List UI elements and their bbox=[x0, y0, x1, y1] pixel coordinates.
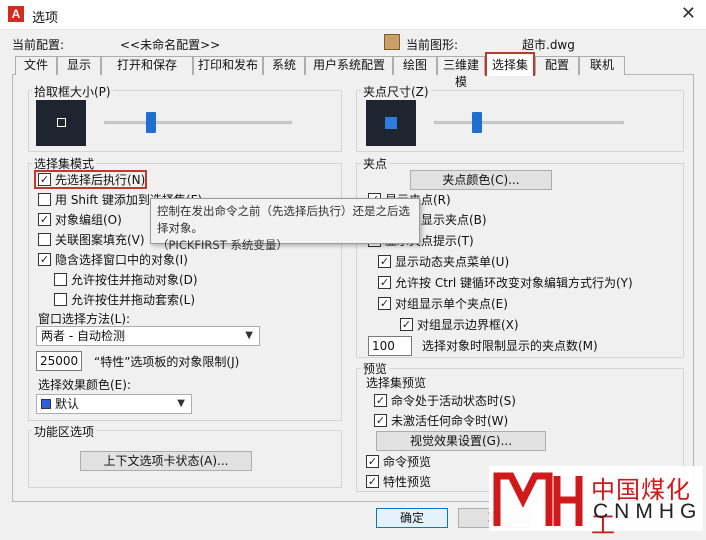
window-method-label: 窗口选择方法(L): bbox=[38, 312, 131, 326]
grip-limit-input[interactable]: 100 bbox=[368, 336, 412, 356]
window-title: 选项 bbox=[32, 11, 59, 26]
tab-display[interactable]: 显示 bbox=[57, 56, 101, 75]
ribbon-options-title: 功能区选项 bbox=[32, 423, 97, 440]
command-preview-label: 命令预览 bbox=[383, 455, 432, 469]
pickfirst-highlight bbox=[34, 170, 147, 189]
tooltip-line-1: 控制在发出命令之前（先选择后执行）还是之后选择对象。 bbox=[157, 204, 410, 235]
selection-preview-subtitle: 选择集预览 bbox=[366, 376, 427, 390]
drawing-file-icon bbox=[384, 34, 400, 50]
command-active-label: 命令处于活动状态时(S) bbox=[391, 394, 516, 408]
grip-size-slider-track[interactable] bbox=[434, 121, 624, 124]
bounding-box-groups-checkbox[interactable] bbox=[400, 318, 413, 331]
object-grouping-checkbox[interactable] bbox=[38, 213, 51, 226]
grip-size-slider-thumb[interactable] bbox=[472, 112, 482, 133]
pickbox-preview bbox=[36, 100, 86, 146]
grip-limit-label: 选择对象时限制显示的夹点数(M) bbox=[422, 339, 598, 353]
ok-button[interactable]: 确定 bbox=[376, 508, 448, 528]
single-grip-groups-label: 对组显示单个夹点(E) bbox=[395, 297, 508, 311]
effect-color-label: 选择效果颜色(E): bbox=[38, 378, 131, 392]
watermark: 中国煤化工 CNMHG bbox=[489, 466, 703, 539]
pickbox-square-icon bbox=[57, 118, 66, 127]
dynamic-grip-menu-checkbox[interactable] bbox=[378, 255, 391, 268]
property-preview-checkbox[interactable] bbox=[366, 475, 379, 488]
color-swatch-icon bbox=[41, 399, 51, 409]
tab-system[interactable]: 系统 bbox=[263, 56, 305, 75]
press-drag-object-checkbox[interactable] bbox=[54, 273, 67, 286]
visual-effect-settings-button[interactable]: 视觉效果设置(G)... bbox=[376, 431, 546, 451]
tooltip-line-2: （PICKFIRST 系统变量） bbox=[157, 238, 288, 252]
implied-windowing-checkbox[interactable] bbox=[38, 253, 51, 266]
press-drag-lasso-label: 允许按住并拖动套索(L) bbox=[71, 293, 196, 307]
shift-add-checkbox[interactable] bbox=[38, 193, 51, 206]
grip-size-title: 夹点尺寸(Z) bbox=[361, 83, 431, 100]
grip-colors-button[interactable]: 夹点颜色(C)... bbox=[410, 170, 552, 190]
command-active-checkbox[interactable] bbox=[374, 394, 387, 407]
dynamic-grip-menu-label: 显示动态夹点菜单(U) bbox=[395, 255, 510, 269]
command-preview-checkbox[interactable] bbox=[366, 455, 379, 468]
pickbox-slider-track[interactable] bbox=[104, 121, 292, 124]
tab-files[interactable]: 文件 bbox=[15, 56, 57, 75]
autocad-app-icon: A bbox=[8, 6, 24, 22]
tab-selection[interactable]: 选择集 bbox=[485, 52, 535, 76]
grips-title: 夹点 bbox=[361, 155, 390, 172]
cnmhg-logo-icon bbox=[493, 472, 583, 526]
title-bar: A 选项 ✕ bbox=[0, 0, 706, 30]
press-drag-lasso-checkbox[interactable] bbox=[54, 293, 67, 306]
current-drawing-label: 当前图形: bbox=[406, 38, 459, 52]
tab-online[interactable]: 联机 bbox=[579, 56, 625, 75]
property-preview-label: 特性预览 bbox=[383, 475, 432, 489]
properties-limit-input[interactable]: 25000 bbox=[36, 351, 82, 371]
tab-open-save[interactable]: 打开和保存 bbox=[101, 56, 193, 75]
window-method-dropdown[interactable]: 两者 - 自动检测 ▼ bbox=[36, 326, 260, 346]
pickbox-slider-thumb[interactable] bbox=[146, 112, 156, 133]
associative-hatch-label: 关联图案填充(V) bbox=[55, 233, 145, 247]
chevron-down-icon: ▼ bbox=[245, 330, 253, 341]
no-command-label: 未激活任何命令时(W) bbox=[391, 414, 509, 428]
effect-color-value: 默认 bbox=[55, 397, 80, 411]
ctrl-cycle-label: 允许按 Ctrl 键循环改变对象编辑方式行为(Y) bbox=[395, 276, 633, 290]
pickbox-size-title: 拾取框大小(P) bbox=[32, 83, 113, 100]
window-method-value: 两者 - 自动检测 bbox=[41, 329, 125, 343]
grip-square-icon bbox=[385, 117, 397, 129]
current-config-value: <<未命名配置>> bbox=[120, 38, 221, 52]
no-command-checkbox[interactable] bbox=[374, 414, 387, 427]
chevron-down-icon: ▼ bbox=[177, 398, 185, 409]
watermark-en-text: CNMHG bbox=[593, 500, 703, 523]
single-grip-groups-checkbox[interactable] bbox=[378, 297, 391, 310]
associative-hatch-checkbox[interactable] bbox=[38, 233, 51, 246]
object-grouping-label: 对象编组(O) bbox=[55, 213, 122, 227]
tab-3d-modeling[interactable]: 三维建模 bbox=[437, 56, 485, 89]
close-icon[interactable]: ✕ bbox=[681, 3, 696, 24]
grip-preview bbox=[366, 100, 416, 146]
bounding-box-groups-label: 对组显示边界框(X) bbox=[417, 318, 519, 332]
tab-plot-publish[interactable]: 打印和发布 bbox=[193, 56, 263, 75]
press-drag-object-label: 允许按住并拖动对象(D) bbox=[71, 273, 198, 287]
contextual-tab-states-button[interactable]: 上下文选项卡状态(A)... bbox=[80, 451, 252, 471]
effect-color-dropdown[interactable]: 默认 ▼ bbox=[36, 394, 192, 414]
ctrl-cycle-checkbox[interactable] bbox=[378, 276, 391, 289]
properties-limit-label: “特性”选项板的对象限制(J) bbox=[94, 355, 240, 369]
pickfirst-tooltip: 控制在发出命令之前（先选择后执行）还是之后选择对象。 （PICKFIRST 系统… bbox=[150, 198, 420, 252]
tab-user-preferences[interactable]: 用户系统配置 bbox=[305, 56, 393, 75]
tab-drafting[interactable]: 绘图 bbox=[393, 56, 437, 75]
current-drawing-value: 超市.dwg bbox=[522, 38, 575, 52]
current-config-label: 当前配置: bbox=[12, 38, 65, 52]
tab-profiles[interactable]: 配置 bbox=[535, 56, 579, 75]
